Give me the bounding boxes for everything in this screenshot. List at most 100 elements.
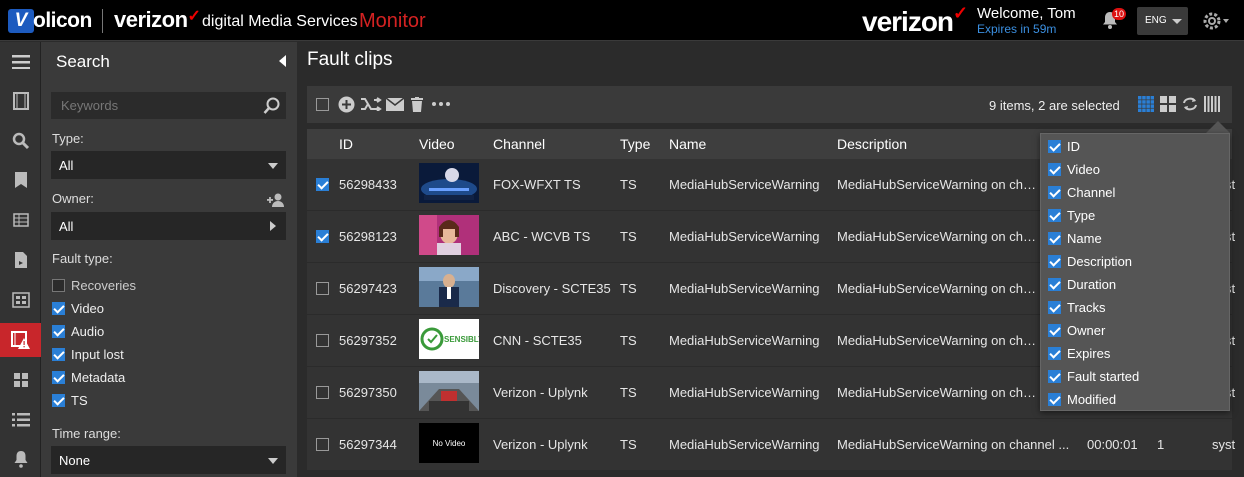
checkbox[interactable] [1048,300,1061,314]
film-icon[interactable] [4,84,38,118]
column-header-video[interactable]: Video [419,136,455,152]
checkbox[interactable] [52,370,65,384]
page-title: Fault clips [307,49,393,70]
add-icon[interactable] [337,95,355,113]
video-thumbnail[interactable] [419,163,479,203]
checkbox[interactable] [52,347,65,361]
keywords-input[interactable] [51,92,286,119]
checkbox[interactable] [1048,139,1061,153]
collapse-panel-icon[interactable] [279,55,286,67]
checkbox[interactable] [52,393,65,407]
column-option-id[interactable]: ID [1048,137,1080,155]
checkbox[interactable] [1048,277,1061,291]
more-options-icon[interactable] [431,95,451,113]
search-icon[interactable] [4,124,38,158]
checkbox[interactable] [1048,323,1061,337]
column-chooser-popup: ID Video Channel Type Name Description D… [1040,133,1230,411]
fault-type-recoveries[interactable]: Recoveries [52,276,136,294]
column-header-name[interactable]: Name [669,136,706,152]
large-grid-view-icon[interactable] [1159,95,1177,113]
video-thumbnail[interactable]: SENSIBLY [419,319,484,359]
video-thumbnail[interactable] [419,267,479,307]
fault-type-metadata[interactable]: Metadata [52,368,125,386]
column-option-expires[interactable]: Expires [1048,344,1110,362]
bookmark-icon[interactable] [4,163,38,197]
column-option-owner[interactable]: Owner [1048,321,1105,339]
small-grid-view-icon[interactable] [1137,95,1155,113]
column-option-video[interactable]: Video [1048,160,1100,178]
cell-description: MediaHubServiceWarning on channel [837,229,1037,244]
column-option-channel[interactable]: Channel [1048,183,1115,201]
settings-gear-icon[interactable] [1202,10,1230,32]
notifications-bell-icon[interactable]: 10 [1100,8,1127,32]
merge-icon[interactable] [360,95,382,113]
table-row[interactable]: 56297344 No Video Verizon - Uplynk TS Me… [307,419,1235,471]
trash-icon[interactable] [410,95,424,113]
checkbox[interactable] [1048,392,1061,406]
video-thumbnail[interactable] [419,371,479,411]
fault-type-label-text: TS [71,392,88,408]
grid-box-icon[interactable] [4,283,38,317]
fault-type-input-lost[interactable]: Input lost [52,345,124,363]
search-icon[interactable] [263,97,281,115]
language-select[interactable]: ENG [1137,7,1188,35]
checkbox[interactable] [315,97,329,111]
column-option-fault-started[interactable]: Fault started [1048,367,1139,385]
column-option-type[interactable]: Type [1048,206,1095,224]
column-header-id[interactable]: ID [339,136,353,152]
add-user-icon[interactable] [267,193,285,207]
document-icon[interactable] [4,243,38,277]
checkbox[interactable] [1048,254,1061,268]
row-checkbox[interactable] [316,386,329,399]
table-icon[interactable] [4,203,38,237]
checkbox[interactable] [52,278,65,292]
fault-type-video[interactable]: Video [52,299,104,317]
column-header-type[interactable]: Type [620,136,650,152]
time-range-select[interactable]: None [51,446,286,474]
checkbox[interactable] [1048,369,1061,383]
cell-type: TS [620,281,637,296]
row-checkbox[interactable] [316,438,329,451]
fault-type-audio[interactable]: Audio [52,322,104,340]
column-option-description[interactable]: Description [1048,252,1132,270]
owner-select[interactable]: All [51,212,286,240]
checkbox[interactable] [1048,346,1061,360]
column-header-channel[interactable]: Channel [493,136,545,152]
checkbox[interactable] [1048,208,1061,222]
cell-description: MediaHubServiceWarning on channel [837,385,1037,400]
checkbox[interactable] [52,301,65,315]
column-header-description[interactable]: Description [837,136,907,152]
column-option-modified[interactable]: Modified [1048,390,1116,408]
checkbox[interactable] [52,324,65,338]
cell-tracks: 1 [1157,437,1165,452]
video-thumbnail[interactable]: No Video [419,423,479,463]
session-expires[interactable]: Expires in 59m [977,22,1056,36]
video-thumbnail[interactable] [419,215,479,255]
cell-channel: ABC - WCVB TS [493,229,591,244]
refresh-icon[interactable] [1181,95,1199,113]
row-checkbox[interactable] [316,230,329,243]
type-select[interactable]: All [51,151,286,179]
menu-icon[interactable] [4,45,38,79]
select-all-checkbox[interactable] [313,95,331,113]
list-icon[interactable] [4,403,38,437]
dashboard-icon[interactable] [4,363,38,397]
fault-type-label-text: Input lost [71,346,124,362]
column-option-name[interactable]: Name [1048,229,1102,247]
columns-chooser-icon[interactable] [1203,95,1221,113]
checkbox[interactable] [1048,231,1061,245]
row-checkbox[interactable] [316,178,329,191]
bell-icon[interactable] [4,442,38,476]
fault-type-ts[interactable]: TS [52,391,88,409]
cell-id: 56297350 [339,385,397,400]
row-checkbox[interactable] [316,334,329,347]
checkbox[interactable] [1048,185,1061,199]
row-checkbox[interactable] [316,282,329,295]
email-icon[interactable] [386,95,404,113]
column-option-duration[interactable]: Duration [1048,275,1116,293]
column-option-tracks[interactable]: Tracks [1048,298,1106,316]
checkbox[interactable] [1048,162,1061,176]
volicon-logo[interactable]: V olicon [8,8,92,34]
fault-type-label-text: Video [71,300,105,316]
fault-clips-icon[interactable] [0,323,41,357]
